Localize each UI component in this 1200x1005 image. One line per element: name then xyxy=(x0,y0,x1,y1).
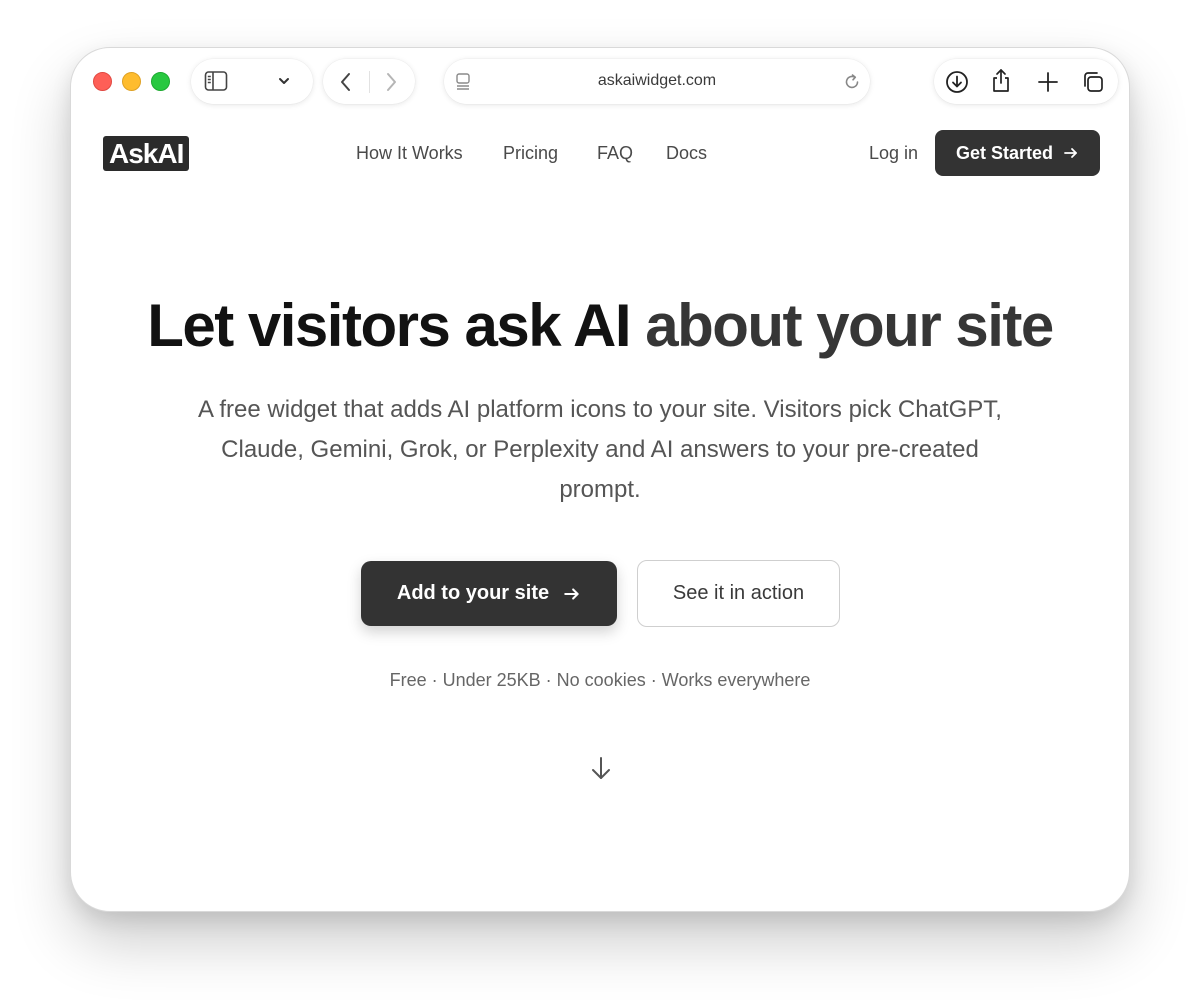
hero-title-main: Let visitors ask AI xyxy=(147,292,646,359)
minimize-window-button[interactable] xyxy=(122,72,141,91)
feature-list: Free · Under 25KB · No cookies · Works e… xyxy=(389,670,811,690)
back-icon[interactable] xyxy=(339,71,353,93)
chevron-down-icon[interactable] xyxy=(278,76,290,86)
hero-title-accent: about your site xyxy=(645,292,1054,359)
share-icon[interactable] xyxy=(990,68,1012,94)
sidebar-icon[interactable] xyxy=(204,70,228,92)
add-to-site-label: Add to your site xyxy=(396,582,550,604)
site-logo[interactable]: AskAI xyxy=(103,136,190,171)
history-navigation xyxy=(323,59,415,104)
address-bar[interactable]: askaiwidget.com xyxy=(444,59,870,104)
get-started-button[interactable]: Get Started xyxy=(935,130,1100,176)
url-text[interactable]: askaiwidget.com xyxy=(444,72,870,90)
login-link[interactable]: Log in xyxy=(869,143,918,164)
download-icon[interactable] xyxy=(945,70,969,94)
see-it-in-action-button[interactable]: See it in action xyxy=(637,560,840,627)
hero-title: Let visitors ask AI about your site xyxy=(71,291,1129,360)
nav-link-faq[interactable]: FAQ xyxy=(597,143,633,164)
add-to-site-button[interactable]: Add to your site xyxy=(361,561,617,626)
close-window-button[interactable] xyxy=(93,72,112,91)
get-started-label: Get Started xyxy=(955,142,1054,163)
browser-window: askaiwidget.com AskAI How It Works Prici… xyxy=(70,47,1130,912)
nav-divider xyxy=(369,71,370,93)
see-it-in-action-label: See it in action xyxy=(672,582,805,604)
toolbar-actions xyxy=(934,59,1118,104)
arrow-down-icon[interactable] xyxy=(589,755,613,783)
sidebar-toggle-group xyxy=(191,59,313,104)
forward-icon[interactable] xyxy=(384,71,398,93)
arrow-right-icon xyxy=(1064,148,1077,158)
new-tab-icon[interactable] xyxy=(1037,71,1059,93)
arrow-right-icon xyxy=(564,587,579,600)
tabs-overview-icon[interactable] xyxy=(1081,70,1105,94)
zoom-window-button[interactable] xyxy=(151,72,170,91)
nav-link-pricing[interactable]: Pricing xyxy=(503,143,558,164)
nav-link-how-it-works[interactable]: How It Works xyxy=(356,143,463,164)
reload-icon[interactable] xyxy=(842,72,862,92)
hero-subtitle: A free widget that adds AI platform icon… xyxy=(198,396,1002,503)
nav-link-docs[interactable]: Docs xyxy=(666,143,707,164)
